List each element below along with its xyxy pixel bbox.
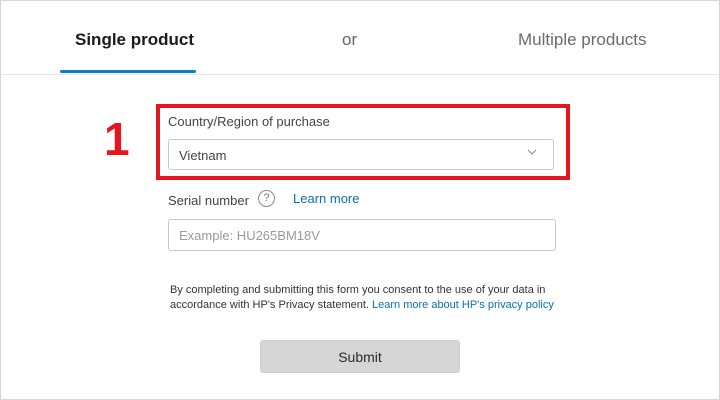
tab-separator: or xyxy=(342,30,358,49)
step-number-annotation: 1 xyxy=(104,113,130,165)
serial-number-input[interactable] xyxy=(168,219,556,251)
serial-number-label: Serial number xyxy=(168,193,249,208)
tab-single-product[interactable]: Single product xyxy=(75,30,194,50)
country-select-value: Vietnam xyxy=(179,148,227,163)
country-label: Country/Region of purchase xyxy=(168,114,330,129)
product-tabs: Single product or Multiple products xyxy=(0,0,720,75)
tab-multiple-products[interactable]: Multiple products xyxy=(518,30,647,50)
consent-text: By completing and submitting this form y… xyxy=(170,283,570,313)
help-icon[interactable]: ? xyxy=(258,190,275,207)
active-tab-indicator xyxy=(60,70,196,73)
submit-button[interactable]: Submit xyxy=(260,340,460,373)
privacy-policy-link[interactable]: Learn more about HP's privacy policy xyxy=(372,299,554,311)
country-select[interactable]: Vietnam xyxy=(168,139,554,170)
chevron-down-icon xyxy=(527,149,537,155)
learn-more-link[interactable]: Learn more xyxy=(293,191,359,206)
